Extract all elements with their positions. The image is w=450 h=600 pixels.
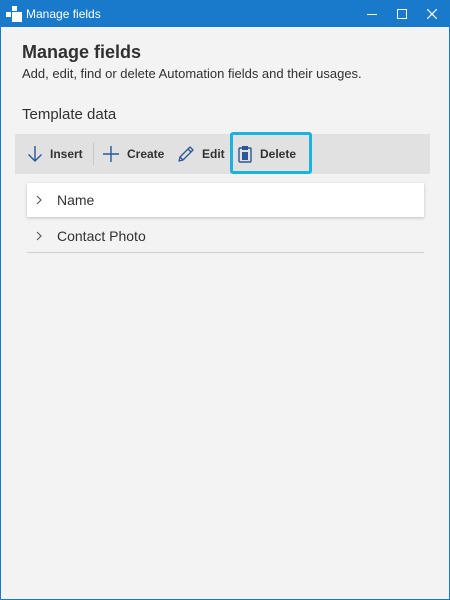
delete-label: Delete	[260, 147, 297, 161]
edit-label: Edit	[202, 147, 225, 161]
create-label: Create	[127, 147, 165, 161]
maximize-button[interactable]	[387, 1, 417, 27]
insert-label: Insert	[50, 147, 83, 161]
field-label: Contact Photo	[57, 227, 146, 244]
field-row-name[interactable]: Name	[27, 183, 424, 217]
edit-button[interactable]: Edit	[177, 134, 225, 174]
maximize-icon	[397, 9, 407, 19]
create-button[interactable]: Create	[102, 134, 164, 174]
pencil-icon	[178, 146, 194, 162]
clipboard-delete-icon	[238, 146, 252, 163]
page-title: Manage fields	[22, 42, 142, 62]
close-button[interactable]	[417, 1, 447, 27]
manage-fields-window: Manage fields Manage fields Add, edit, f…	[0, 0, 450, 600]
insert-button[interactable]: Insert	[27, 134, 83, 174]
plus-icon	[103, 146, 119, 162]
page-subtitle: Add, edit, find or delete Automation fie…	[22, 66, 362, 81]
field-label: Name	[57, 192, 95, 208]
window-title: Manage fields	[26, 7, 101, 21]
minimize-icon	[367, 14, 377, 15]
section-title: Template data	[22, 106, 117, 123]
field-row-contact-photo[interactable]: Contact Photo	[27, 219, 424, 253]
close-icon	[427, 9, 437, 19]
delete-button[interactable]: Delete	[237, 134, 296, 174]
minimize-button[interactable]	[357, 1, 387, 27]
chevron-right-icon[interactable]	[35, 195, 45, 205]
toolbar: Insert Create Edit Delete	[15, 132, 430, 174]
title-bar: Manage fields	[1, 1, 449, 27]
arrow-down-icon	[28, 146, 42, 162]
app-icon	[6, 6, 22, 22]
toolbar-separator	[93, 143, 94, 165]
chevron-right-icon[interactable]	[35, 231, 45, 241]
